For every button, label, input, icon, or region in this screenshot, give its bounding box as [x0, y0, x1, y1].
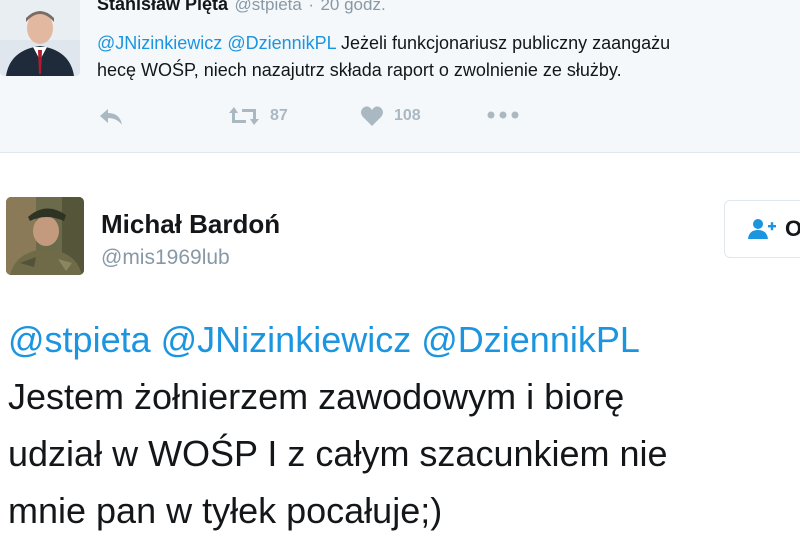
author-handle[interactable]: @mis1969lub [101, 246, 230, 270]
follow-person-icon [748, 219, 776, 239]
retweet-count: 87 [270, 107, 288, 124]
reply-icon [100, 109, 122, 125]
mention-link[interactable]: @JNizinkiewicz [97, 33, 222, 53]
heart-icon [361, 106, 383, 126]
tweet-text-line: Jeżeli funkcjonariusz publiczny zaangażu [340, 33, 671, 53]
author-name[interactable]: Michał Bardoń [101, 209, 280, 240]
like-count: 108 [394, 107, 421, 124]
like-button[interactable]: 108 [360, 105, 421, 127]
meta-separator: · [308, 0, 314, 14]
author-avatar[interactable] [0, 0, 80, 76]
mention-link[interactable]: @DziennikPL [421, 319, 640, 360]
author-name[interactable]: Stanisław Pięta [97, 0, 228, 14]
main-tweet[interactable]: Michał Bardoń @mis1969lub O @stpieta @JN… [0, 153, 800, 533]
tweet-text-line: udział w WOŚP I z całym szacunkiem nie [8, 433, 668, 474]
tweet-text: @stpieta @JNizinkiewicz @DziennikPL Jest… [8, 311, 800, 539]
tweet-text-line: Jestem żołnierzem zawodowym i biorę [8, 376, 625, 417]
tweet-text-line: hecę WOŚP, niech nazajutrz składa raport… [97, 60, 622, 80]
retweet-icon [229, 107, 259, 125]
mentions-line: @stpieta @JNizinkiewicz @DziennikPL [8, 311, 800, 368]
more-button[interactable] [487, 111, 519, 119]
reply-button[interactable] [98, 106, 124, 128]
tweet-text-line: mnie pan w tyłek pocałuje;) [8, 490, 443, 531]
follow-button[interactable]: O [724, 200, 800, 258]
retweet-button[interactable]: 87 [228, 105, 288, 127]
mention-link[interactable]: @stpieta [8, 319, 151, 360]
tweet-header: Stanisław Pięta @stpieta · 20 godz. [97, 0, 386, 15]
more-icon [487, 111, 519, 119]
follow-label: O [785, 216, 800, 241]
author-handle[interactable]: @stpieta [235, 0, 302, 14]
mention-link[interactable]: @JNizinkiewicz [161, 319, 412, 360]
tweet-timestamp[interactable]: 20 godz. [320, 0, 385, 14]
author-avatar[interactable] [6, 197, 84, 275]
mention-link[interactable]: @DziennikPL [227, 33, 336, 53]
previous-tweet[interactable]: Stanisław Pięta @stpieta · 20 godz. @JNi… [0, 0, 800, 153]
tweet-text: @JNizinkiewicz @DziennikPL Jeżeli funkcj… [97, 30, 800, 84]
